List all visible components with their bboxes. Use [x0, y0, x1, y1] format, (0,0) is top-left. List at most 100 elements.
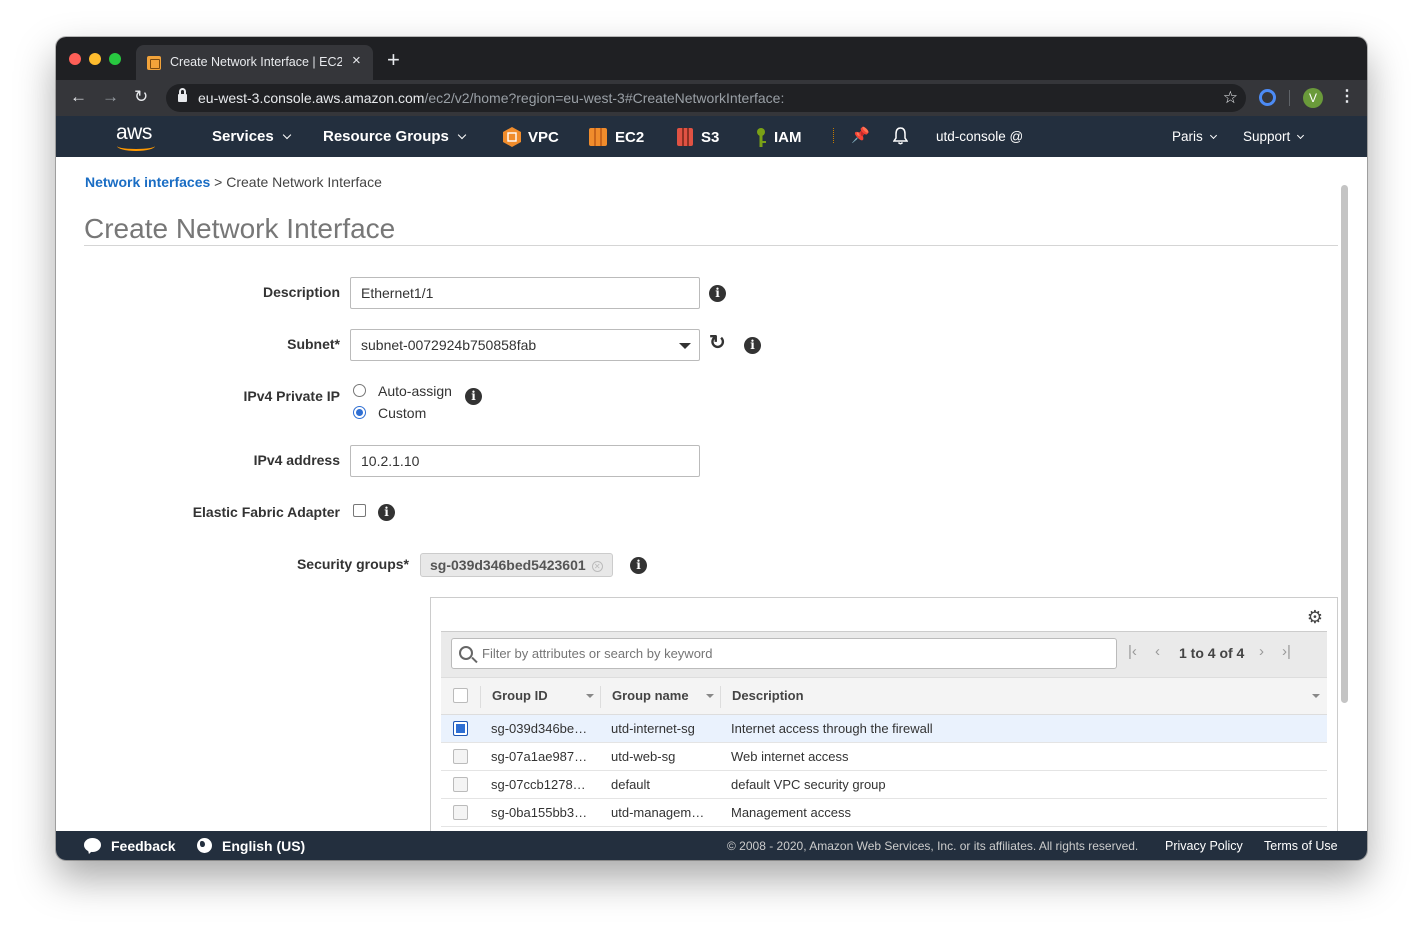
language-selector[interactable]: English (US) [222, 838, 305, 854]
column-divider [480, 686, 481, 708]
subnet-select[interactable]: subnet-0072924b750858fab [350, 329, 700, 361]
pin-icon[interactable]: 📌 [851, 126, 870, 144]
sort-caret-icon[interactable] [706, 694, 714, 698]
browser-tab[interactable]: Create Network Interface | EC2 × [136, 45, 373, 80]
auto-assign-label[interactable]: Auto-assign [378, 383, 452, 399]
cell-group-id: sg-07a1ae987… [491, 749, 588, 764]
ipv4-address-input[interactable]: 10.2.1.10 [350, 445, 700, 477]
row-checkbox[interactable] [453, 749, 468, 764]
subnet-label: Subnet* [287, 336, 340, 352]
gear-icon[interactable]: ⚙ [1307, 608, 1323, 626]
select-all-checkbox[interactable] [453, 688, 468, 703]
region-menu[interactable]: Paris [1172, 129, 1217, 144]
iam-shortcut[interactable]: IAM [774, 129, 802, 146]
next-page-icon[interactable]: › [1259, 643, 1264, 661]
table-toolbar: |‹ ‹ 1 to 4 of 4 › ›| [441, 631, 1327, 677]
bell-icon[interactable] [893, 127, 908, 145]
chevron-down-icon [282, 130, 291, 140]
refresh-icon[interactable]: ↻ [709, 333, 729, 353]
sort-caret-icon[interactable] [1312, 694, 1320, 698]
browser-window: Create Network Interface | EC2 × + ← → ↻… [56, 37, 1367, 860]
cell-description: Management access [731, 805, 851, 820]
filter-input[interactable] [482, 646, 1102, 661]
first-page-icon[interactable]: |‹ [1128, 643, 1137, 661]
chevron-down-icon [1297, 131, 1305, 140]
security-group-token[interactable]: sg-039d346bed5423601 ✕ [420, 553, 613, 577]
table-row[interactable]: sg-0ba155bb3… utd-managem… Management ac… [441, 799, 1327, 827]
description-label: Description [262, 284, 340, 300]
tab-title: Create Network Interface | EC2 [170, 55, 342, 69]
vpc-shortcut[interactable]: VPC [528, 129, 559, 146]
nav-divider [833, 128, 834, 143]
reload-icon[interactable]: ↻ [134, 87, 148, 107]
profile-avatar[interactable]: V [1303, 88, 1323, 108]
subnet-info-icon[interactable]: i [744, 337, 761, 354]
privacy-policy-link[interactable]: Privacy Policy [1165, 839, 1243, 853]
feedback-speech-bubble-icon [84, 838, 101, 852]
column-divider [600, 686, 601, 708]
url-path: /ec2/v2/home?region=eu-west-3#CreateNetw… [424, 90, 785, 106]
column-header-group-id[interactable]: Group ID [492, 688, 548, 703]
ipv4-private-ip-info-icon[interactable]: i [465, 388, 482, 405]
resource-groups-label: Resource Groups [323, 128, 449, 145]
row-checkbox[interactable] [453, 805, 468, 820]
tab-close-icon[interactable]: × [352, 53, 361, 69]
breadcrumb-network-interfaces-link[interactable]: Network interfaces [85, 174, 210, 190]
close-window-button[interactable] [69, 53, 81, 65]
page-scrollbar[interactable] [1338, 173, 1350, 831]
address-bar[interactable]: eu-west-3.console.aws.amazon.com/ec2/v2/… [166, 84, 1246, 112]
filter-box[interactable] [451, 638, 1117, 669]
minimize-window-button[interactable] [89, 53, 101, 65]
search-icon [459, 646, 473, 660]
s3-service-icon [677, 128, 693, 146]
previous-page-icon[interactable]: ‹ [1155, 643, 1160, 661]
table-row[interactable]: sg-07a1ae987… utd-web-sg Web internet ac… [441, 743, 1327, 771]
remove-token-icon[interactable]: ✕ [591, 561, 603, 572]
new-tab-button[interactable]: + [387, 49, 400, 71]
column-header-group-name[interactable]: Group name [612, 688, 689, 703]
description-input[interactable]: Ethernet1/1 [350, 277, 700, 309]
row-checkbox[interactable] [453, 777, 468, 792]
extension-icon[interactable] [1259, 89, 1276, 106]
row-checkbox[interactable] [453, 721, 468, 736]
feedback-link[interactable]: Feedback [111, 838, 176, 854]
cell-description: Web internet access [731, 749, 849, 764]
bookmark-star-icon[interactable]: ☆ [1223, 88, 1238, 108]
column-header-description[interactable]: Description [732, 688, 804, 703]
auto-assign-radio[interactable] [353, 384, 366, 397]
browser-toolbar: ← → ↻ eu-west-3.console.aws.amazon.com/e… [56, 80, 1367, 116]
efa-info-icon[interactable]: i [378, 504, 395, 521]
ipv4-private-ip-label: IPv4 Private IP [243, 388, 340, 404]
last-page-icon[interactable]: ›| [1282, 643, 1291, 661]
zoom-window-button[interactable] [109, 53, 121, 65]
sort-caret-icon[interactable] [586, 694, 594, 698]
efa-checkbox[interactable] [353, 504, 366, 517]
back-icon[interactable]: ← [70, 87, 87, 107]
terms-of-use-link[interactable]: Terms of Use [1264, 839, 1338, 853]
chevron-down-icon [457, 130, 467, 140]
account-menu[interactable]: utd-console @ [936, 129, 1023, 144]
resource-groups-menu[interactable]: Resource Groups [323, 128, 467, 145]
services-menu[interactable]: Services [212, 128, 291, 145]
ec2-shortcut[interactable]: EC2 [615, 129, 644, 146]
cell-group-name: utd-web-sg [611, 749, 676, 764]
security-groups-panel: ⚙ |‹ ‹ 1 to 4 of 4 › ›| Group ID [430, 597, 1338, 831]
cell-group-id: sg-07ccb1278… [491, 777, 586, 792]
aws-logo[interactable]: aws [116, 121, 160, 151]
tab-bar: Create Network Interface | EC2 × + [56, 37, 1367, 80]
main-content: Network interfaces > Create Network Inte… [56, 157, 1367, 831]
breadcrumb: Network interfaces > Create Network Inte… [85, 174, 382, 190]
custom-radio[interactable] [353, 406, 366, 419]
forward-icon[interactable]: → [102, 87, 119, 107]
table-row[interactable]: sg-07ccb1278… default default VPC securi… [441, 771, 1327, 799]
custom-label[interactable]: Custom [378, 405, 426, 421]
scrollbar-thumb[interactable] [1341, 185, 1348, 703]
vpc-service-icon [503, 127, 521, 147]
table-row[interactable]: sg-039d346be… utd-internet-sg Internet a… [441, 715, 1327, 743]
browser-menu-icon[interactable]: ⋮ [1339, 87, 1355, 107]
s3-shortcut[interactable]: S3 [701, 129, 719, 146]
url-text[interactable]: eu-west-3.console.aws.amazon.com/ec2/v2/… [198, 90, 784, 106]
security-groups-info-icon[interactable]: i [630, 557, 647, 574]
support-menu[interactable]: Support [1243, 129, 1305, 144]
description-info-icon[interactable]: i [709, 285, 726, 302]
